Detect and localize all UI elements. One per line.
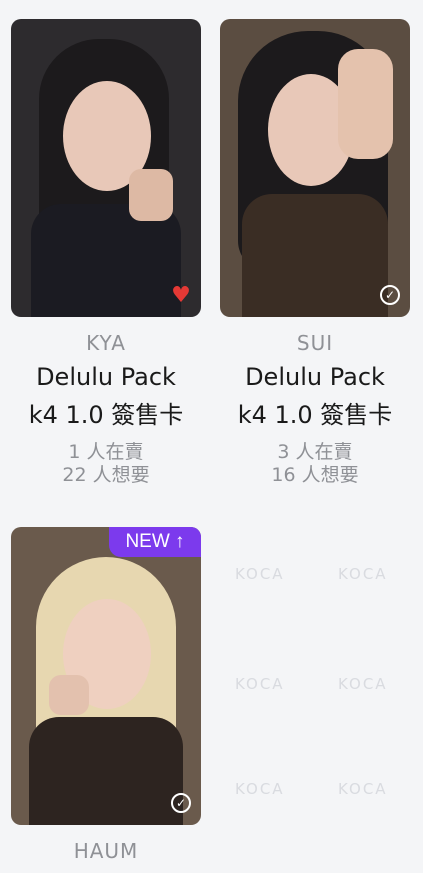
card-title-line1: Delulu Pack — [245, 363, 385, 391]
new-badge: NEW ↑ — [109, 527, 201, 557]
photocard-image: ♥ — [11, 19, 201, 317]
photocard-image: NEW ↑ ✓ — [11, 527, 201, 825]
sellers-count: 1 人在賣 — [68, 441, 144, 463]
member-name: KYA — [86, 331, 126, 355]
sellers-count: 3 人在賣 — [277, 441, 353, 463]
watermark: KOCA — [235, 565, 285, 583]
watermark: KOCA — [235, 675, 285, 693]
check-circle-icon[interactable]: ✓ — [171, 793, 191, 813]
watermark: KOCA — [338, 675, 388, 693]
card-title-line2: k4 1.0 簽售卡 — [28, 401, 184, 429]
card-title-line2: k4 1.0 簽售卡 — [237, 401, 393, 429]
heart-icon[interactable]: ♥ — [171, 285, 191, 307]
photocard-haum[interactable]: NEW ↑ ✓ HAUM — [11, 527, 201, 863]
member-name: HAUM — [73, 839, 139, 863]
photocard-sui[interactable]: ✓ SUI Delulu Pack k4 1.0 簽售卡 3 人在賣 16 人想… — [220, 19, 410, 487]
member-name: SUI — [296, 331, 334, 355]
check-circle-icon[interactable]: ✓ — [380, 285, 400, 305]
card-title-line1: Delulu Pack — [36, 363, 176, 391]
wanters-count: 22 人想要 — [62, 464, 150, 486]
photocard-kya[interactable]: ♥ KYA Delulu Pack k4 1.0 簽售卡 1 人在賣 22 人想… — [11, 19, 201, 487]
photocard-image: ✓ — [220, 19, 410, 317]
watermark: KOCA — [235, 780, 285, 798]
watermark: KOCA — [338, 780, 388, 798]
wanters-count: 16 人想要 — [271, 464, 359, 486]
watermark: KOCA — [338, 565, 388, 583]
